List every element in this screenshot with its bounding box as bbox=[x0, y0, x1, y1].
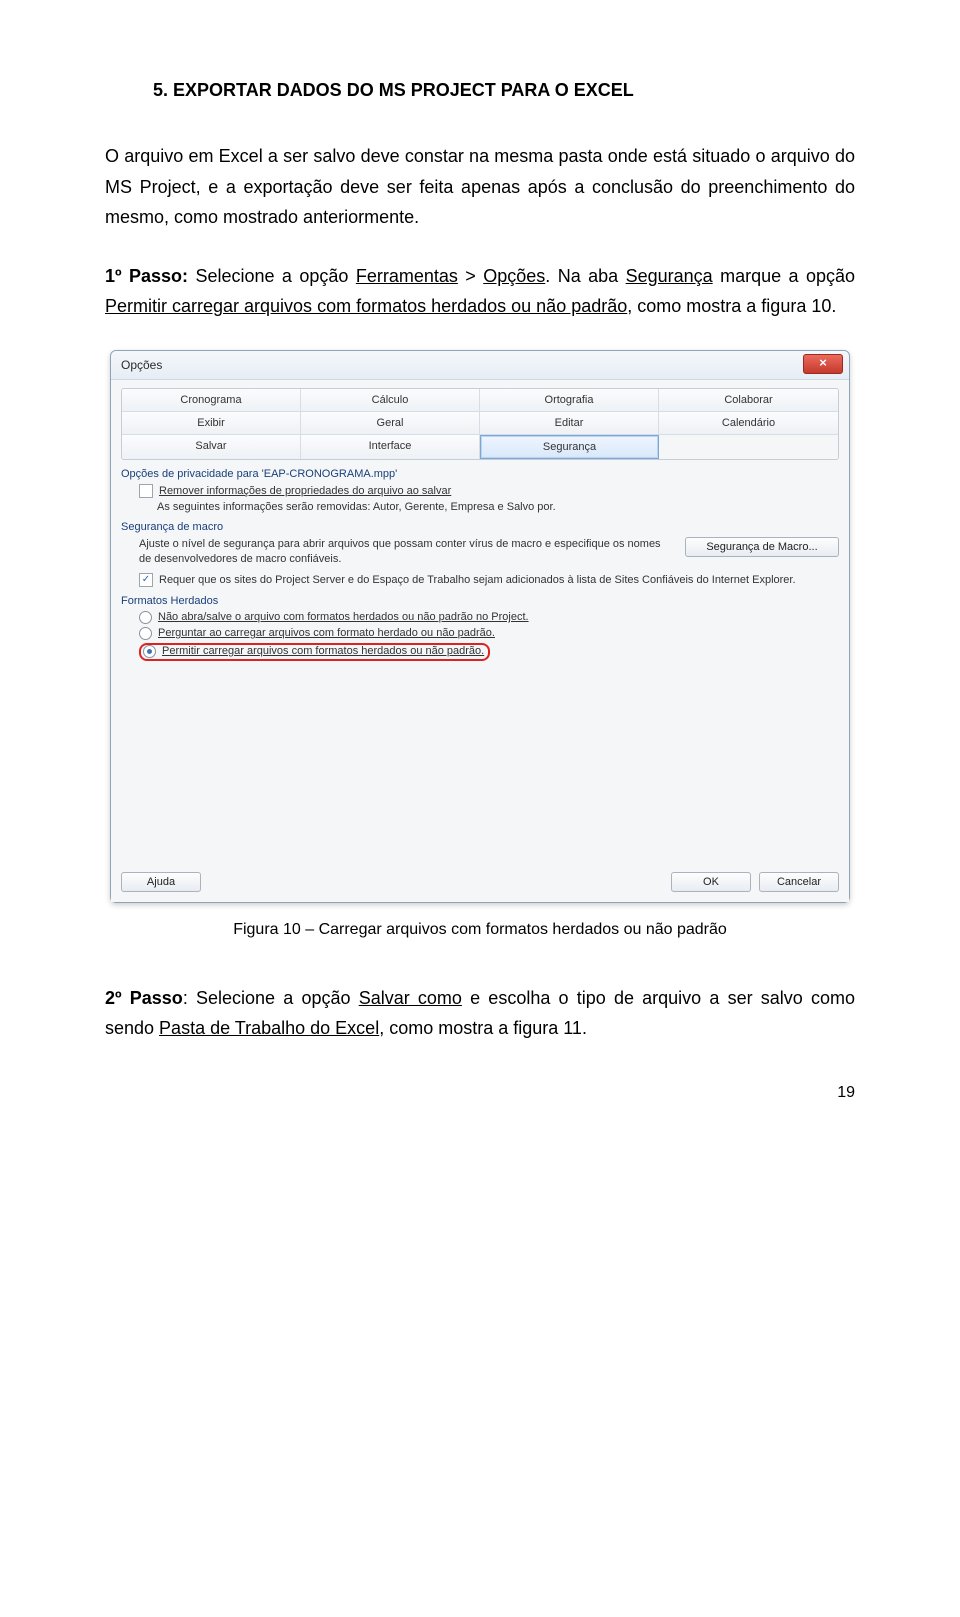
u-opcoes: Opções bbox=[483, 266, 545, 286]
tab-calendario[interactable]: Calendário bbox=[659, 412, 838, 435]
options-dialog-screenshot: Opções × Cronograma Cálculo Ortografia C… bbox=[110, 350, 850, 903]
tab-empty bbox=[659, 435, 838, 459]
group-privacy: Opções de privacidade para 'EAP-CRONOGRA… bbox=[121, 468, 839, 480]
radio-no-open[interactable]: Não abra/salve o arquivo com formatos he… bbox=[139, 611, 839, 624]
step-1-label: 1º Passo: bbox=[105, 266, 188, 286]
checkbox-icon: ✓ bbox=[139, 573, 153, 587]
u-salvar-como: Salvar como bbox=[359, 988, 462, 1008]
tab-seguranca[interactable]: Segurança bbox=[480, 435, 659, 459]
tab-colaborar[interactable]: Colaborar bbox=[659, 389, 838, 412]
figure-caption: Figura 10 – Carregar arquivos com format… bbox=[105, 921, 855, 939]
tab-calculo[interactable]: Cálculo bbox=[301, 389, 480, 412]
checkbox-trusted-sites[interactable]: ✓ Requer que os sites do Project Server … bbox=[139, 573, 839, 587]
checkbox-label: Requer que os sites do Project Server e … bbox=[159, 574, 796, 586]
window: Opções × Cronograma Cálculo Ortografia C… bbox=[110, 350, 850, 903]
group-macro: Segurança de macro bbox=[121, 521, 839, 533]
t: > bbox=[458, 266, 483, 286]
u-pasta-trabalho: Pasta de Trabalho do Excel bbox=[159, 1018, 379, 1038]
tab-interface[interactable]: Interface bbox=[301, 435, 480, 459]
section-title: 5. EXPORTAR DADOS DO MS PROJECT PARA O E… bbox=[105, 80, 855, 101]
step-2-label: 2º Passo bbox=[105, 988, 183, 1008]
macro-security-button[interactable]: Segurança de Macro... bbox=[685, 537, 839, 557]
tab-exibir[interactable]: Exibir bbox=[122, 412, 301, 435]
tabs: Cronograma Cálculo Ortografia Colaborar … bbox=[121, 388, 839, 460]
tab-cronograma[interactable]: Cronograma bbox=[122, 389, 301, 412]
radio-icon bbox=[139, 611, 152, 624]
tab-editar[interactable]: Editar bbox=[480, 412, 659, 435]
window-title: Opções bbox=[121, 358, 162, 372]
dialog-spacer bbox=[121, 664, 839, 864]
t: marque a opção bbox=[713, 266, 855, 286]
paragraph-1: O arquivo em Excel a ser salvo deve cons… bbox=[105, 141, 855, 233]
checkbox-icon bbox=[139, 484, 153, 498]
u-seguranca: Segurança bbox=[626, 266, 713, 286]
step-1-paragraph: 1º Passo: Selecione a opção Ferramentas … bbox=[105, 261, 855, 322]
highlight-box: Permitir carregar arquivos com formatos … bbox=[139, 643, 490, 661]
page-number: 19 bbox=[105, 1084, 855, 1102]
radio-label: Não abra/salve o arquivo com formatos he… bbox=[158, 611, 529, 623]
step-2-paragraph: 2º Passo: Selecione a opção Salvar como … bbox=[105, 983, 855, 1044]
checkbox-remove-properties[interactable]: Remover informações de propriedades do a… bbox=[139, 484, 839, 498]
dialog-footer: Ajuda OK Cancelar bbox=[121, 872, 839, 892]
footer-right: OK Cancelar bbox=[671, 872, 839, 892]
radio-label: Perguntar ao carregar arquivos com forma… bbox=[158, 627, 495, 639]
macro-description: Ajuste o nível de segurança para abrir a… bbox=[139, 537, 675, 567]
radio-ask[interactable]: Perguntar ao carregar arquivos com forma… bbox=[139, 627, 839, 640]
t: , como mostra a figura 10. bbox=[627, 296, 836, 316]
t: , como mostra a figura 11. bbox=[379, 1018, 587, 1038]
dialog-body: Cronograma Cálculo Ortografia Colaborar … bbox=[111, 380, 849, 902]
t: . Na aba bbox=[545, 266, 625, 286]
tab-ortografia[interactable]: Ortografia bbox=[480, 389, 659, 412]
radio-icon bbox=[139, 627, 152, 640]
group-formats: Formatos Herdados bbox=[121, 595, 839, 607]
t: Selecione a opção bbox=[188, 266, 356, 286]
close-button[interactable]: × bbox=[803, 354, 843, 374]
ok-button[interactable]: OK bbox=[671, 872, 751, 892]
cancel-button[interactable]: Cancelar bbox=[759, 872, 839, 892]
removed-info-note: As seguintes informações serão removidas… bbox=[157, 501, 839, 513]
titlebar: Opções × bbox=[111, 351, 849, 380]
help-button[interactable]: Ajuda bbox=[121, 872, 201, 892]
t: : Selecione a opção bbox=[183, 988, 359, 1008]
u-permitir: Permitir carregar arquivos com formatos … bbox=[105, 296, 627, 316]
u-ferramentas: Ferramentas bbox=[356, 266, 458, 286]
tab-geral[interactable]: Geral bbox=[301, 412, 480, 435]
radio-icon bbox=[143, 645, 156, 658]
radio-label: Permitir carregar arquivos com formatos … bbox=[162, 645, 484, 657]
radio-allow-highlighted[interactable]: Permitir carregar arquivos com formatos … bbox=[139, 643, 839, 661]
tab-salvar[interactable]: Salvar bbox=[122, 435, 301, 459]
macro-row: Ajuste o nível de segurança para abrir a… bbox=[139, 537, 839, 567]
checkbox-label: Remover informações de propriedades do a… bbox=[159, 485, 451, 497]
